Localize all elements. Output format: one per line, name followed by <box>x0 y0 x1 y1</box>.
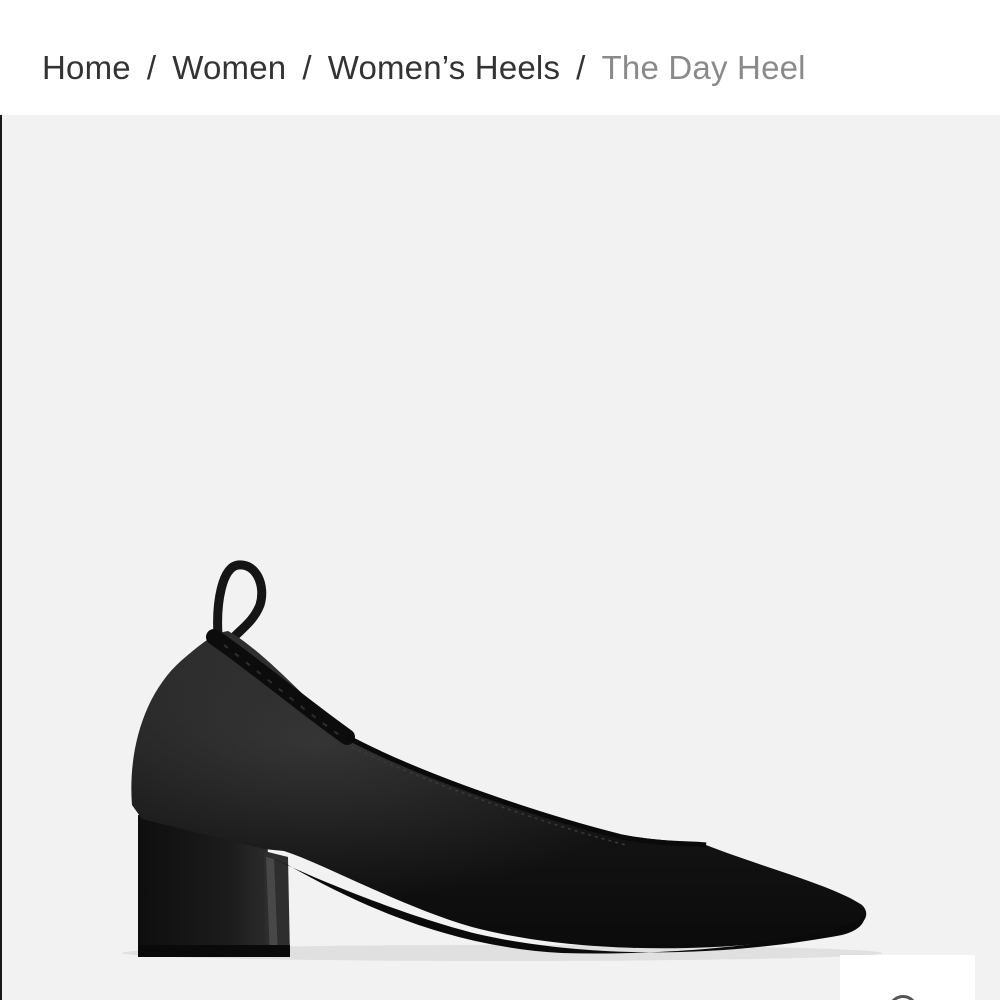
breadcrumb-womens-heels-link[interactable]: Women’s Heels <box>328 46 560 90</box>
breadcrumb-bar: Home / Women / Women’s Heels / The Day H… <box>0 0 1000 115</box>
black-leather-heel-image <box>122 560 882 961</box>
breadcrumb-current-page: The Day Heel <box>601 49 806 86</box>
breadcrumb-separator: / <box>146 49 157 86</box>
breadcrumb-separator: / <box>576 49 586 86</box>
product-image-stage[interactable] <box>2 115 1000 1000</box>
circle-icon <box>888 995 918 1000</box>
breadcrumb-separator: / <box>302 49 312 86</box>
breadcrumb: Home / Women / Women’s Heels / The Day H… <box>42 46 806 90</box>
breadcrumb-home-link[interactable]: Home <box>42 46 131 90</box>
breadcrumb-women-link[interactable]: Women <box>172 46 286 90</box>
thumbnail-card[interactable] <box>840 955 975 1000</box>
